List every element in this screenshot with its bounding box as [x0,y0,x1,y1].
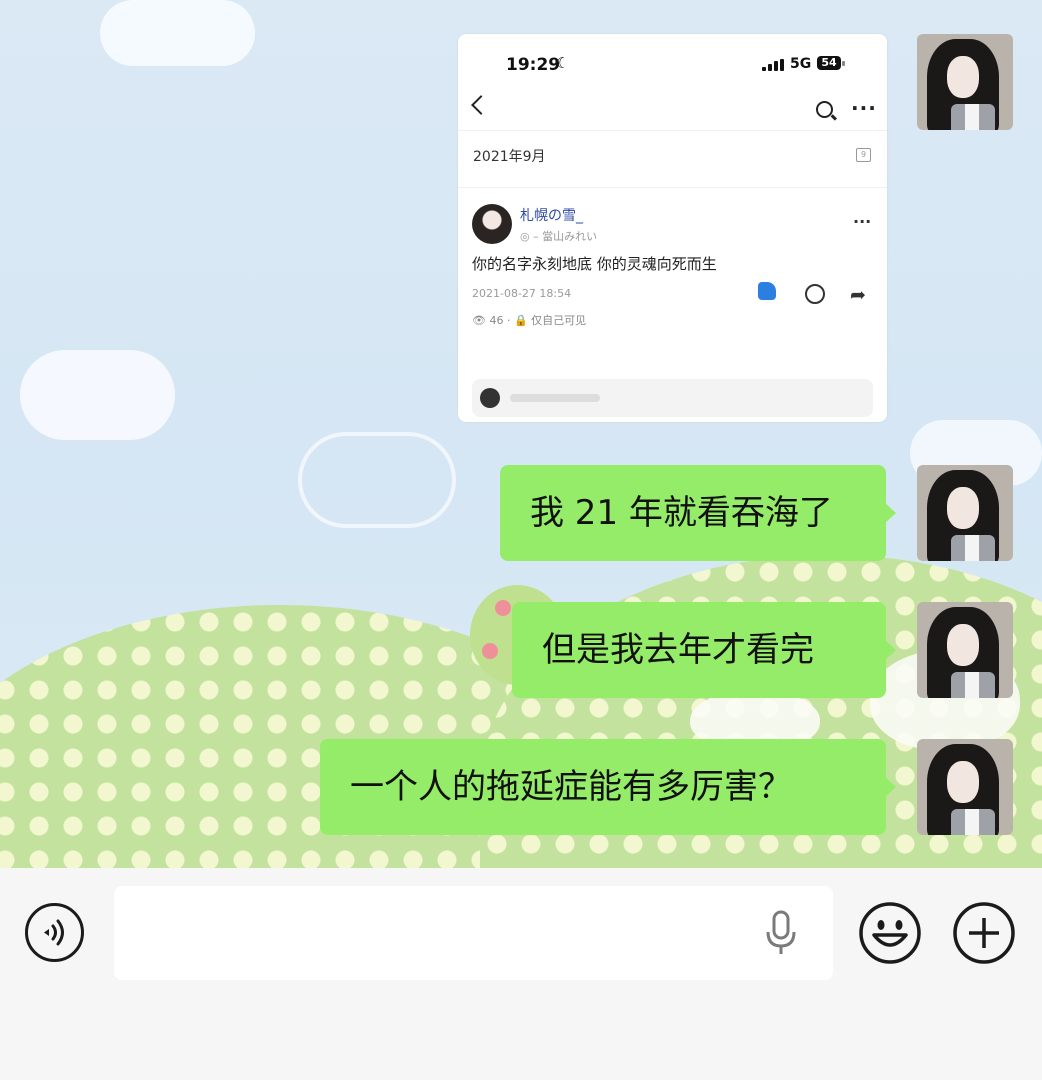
post-author-avatar [472,204,512,244]
shared-screenshot-message[interactable]: 19:29 ☾ 5G 54 ··· 2021年9月 9 札幌の雪_ ◎ – 當山… [458,34,887,422]
battery-icon: 54 [817,56,841,70]
status-time: 19:29 [506,55,561,75]
like-icon [758,282,776,300]
message-input[interactable] [114,886,833,980]
calendar-icon: 9 [856,148,871,162]
cloud-decoration [20,350,175,440]
network-label: 5G [790,56,812,72]
voice-icon [44,919,64,946]
battery-tip [842,61,845,66]
message-bubble[interactable]: 一个人的拖延症能有多厉害？ [320,739,896,835]
blurred-comment [510,394,600,402]
microphone-icon[interactable] [764,910,798,956]
date-header: 2021年9月 [473,149,546,165]
plus-icon[interactable] [952,901,1016,965]
back-icon [471,95,491,115]
divider [458,187,887,188]
chat-input-bar [0,868,1042,1080]
comment-avatar [480,388,500,408]
emoji-icon[interactable] [858,901,922,965]
post-timestamp: 2021-08-27 18:54 [472,287,572,300]
message-bubble[interactable]: 我 21 年就看吞海了 [500,465,896,561]
apple-decoration [495,600,511,616]
avatar[interactable] [917,602,1013,698]
cloud-decoration [298,432,456,528]
avatar[interactable] [917,465,1013,561]
post-author-name: 札幌の雪_ [520,208,583,224]
avatar[interactable] [917,739,1013,835]
chat-background: 19:29 ☾ 5G 54 ··· 2021年9月 9 札幌の雪_ ◎ – 當山… [0,0,1042,868]
share-icon: ➦ [850,284,866,306]
comment-icon [805,284,825,304]
post-subtitle: ◎ – 當山みれい [520,230,598,243]
search-icon [816,101,833,118]
message-bubble[interactable]: 但是我去年才看完 [512,602,896,698]
post-views-privacy: 👁 46 · 🔒 仅自己可见 [472,314,587,327]
moon-icon: ☾ [556,54,570,72]
post-text: 你的名字永刻地底 你的灵魂向死而生 [472,255,717,273]
signal-icon [762,59,784,71]
avatar[interactable] [917,34,1013,130]
divider [458,130,887,131]
apple-decoration [482,643,498,659]
post-more-icon: ··· [853,212,872,231]
comment-bar [472,379,873,417]
cloud-decoration [100,0,255,66]
voice-toggle-button[interactable] [25,903,84,962]
more-icon: ··· [851,96,877,120]
